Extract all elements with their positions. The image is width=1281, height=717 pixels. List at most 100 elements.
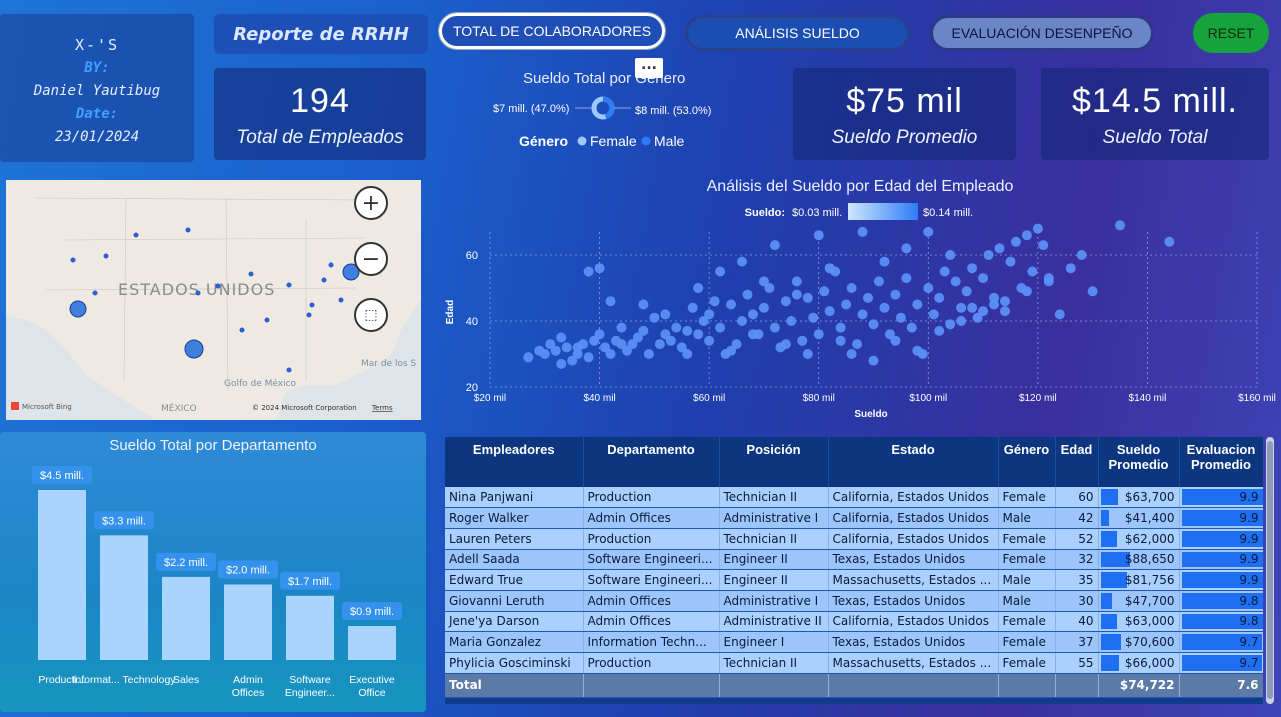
scatter-point[interactable] (1065, 263, 1076, 274)
scatter-point[interactable] (1087, 286, 1098, 297)
scatter-point[interactable] (819, 286, 830, 297)
nav-analisis-sueldo-button[interactable]: ANÁLISIS SUELDO (685, 15, 910, 51)
scatter-point[interactable] (950, 276, 961, 287)
scatter-point[interactable] (1032, 223, 1043, 234)
scatter-point[interactable] (539, 349, 550, 359)
scatter-point[interactable] (923, 283, 934, 293)
scatter-point[interactable] (901, 243, 912, 254)
scatter-point[interactable] (857, 226, 868, 237)
scatter-point[interactable] (1027, 266, 1038, 277)
column-header[interactable]: Sueldo Promedio (1098, 437, 1180, 487)
scatter-point[interactable] (890, 335, 901, 346)
scatter-point[interactable] (638, 299, 649, 310)
scatter-point[interactable] (758, 302, 769, 313)
table-row[interactable]: Edward True Software Engineeri... Engineer… (445, 569, 1263, 591)
scatter-point[interactable] (989, 299, 1000, 310)
scatter-point[interactable] (715, 266, 726, 277)
scatter-point[interactable] (846, 349, 857, 359)
map-bubble[interactable] (69, 300, 87, 318)
scatter-point[interactable] (945, 319, 956, 330)
nav-evaluacion-desempeno-button[interactable]: EVALUACIÓN DESENPEÑO (930, 15, 1154, 51)
scatter-point[interactable] (906, 322, 917, 333)
column-header[interactable]: Departamento (583, 437, 720, 487)
scatter-point[interactable] (660, 309, 671, 320)
scatter-point[interactable] (967, 302, 978, 313)
scatter-point[interactable] (999, 306, 1010, 317)
scatter-point[interactable] (994, 243, 1005, 254)
scatter-point[interactable] (1164, 236, 1175, 247)
table-row[interactable]: Lauren Peters Production Technician II Cali… (445, 528, 1263, 550)
scatter-point[interactable] (726, 299, 737, 310)
scatter-point[interactable] (649, 312, 660, 323)
scatter-point[interactable] (769, 240, 780, 251)
zoom-out-button[interactable]: − (354, 242, 388, 276)
scatter-point[interactable] (890, 289, 901, 300)
scatter-point[interactable] (912, 345, 923, 356)
scatter-point[interactable] (1043, 276, 1054, 287)
column-header[interactable]: Posición (719, 437, 829, 487)
scatter-point[interactable] (1038, 240, 1049, 251)
scatter-point[interactable] (726, 345, 737, 356)
scatter-point[interactable] (912, 299, 923, 310)
scatter-point[interactable] (665, 335, 676, 346)
donut-male-slice[interactable] (602, 96, 615, 119)
scatter-point[interactable] (841, 299, 852, 310)
table-row[interactable]: Giovanni Leruth Admin Offices Administrati… (445, 590, 1263, 612)
map-visual[interactable]: ESTADOS UNIDOS Mar de los S Golfo de Méx… (6, 180, 421, 420)
column-header[interactable]: Género (998, 437, 1056, 487)
scatter-point[interactable] (780, 339, 791, 350)
table-row[interactable]: Jene'ya Darson Admin Offices Administrativ… (445, 611, 1263, 633)
scatter-point[interactable] (594, 329, 605, 340)
scatter-point[interactable] (928, 309, 939, 320)
scatter-point[interactable] (863, 292, 874, 303)
scatter-point[interactable] (605, 296, 616, 307)
column-header[interactable]: Evaluacion Promedio (1179, 437, 1263, 487)
scatter-point[interactable] (616, 322, 627, 333)
scatter-point[interactable] (868, 355, 879, 366)
scatter-point[interactable] (747, 309, 758, 320)
scrollbar-thumb[interactable] (1267, 441, 1273, 699)
scatter-point[interactable] (682, 325, 693, 336)
scatter-point[interactable] (638, 325, 649, 336)
scatter-point[interactable] (1021, 230, 1032, 241)
scatter-point[interactable] (873, 276, 884, 287)
scatter-point[interactable] (945, 250, 956, 260)
scatter-point[interactable] (780, 296, 791, 307)
scatter-point[interactable] (687, 302, 698, 313)
scatter-point[interactable] (654, 339, 665, 350)
scatter-point[interactable] (561, 342, 572, 353)
scatter-point[interactable] (786, 316, 797, 326)
scatter-point[interactable] (791, 289, 802, 300)
bar[interactable] (224, 584, 272, 660)
scatter-point[interactable] (978, 306, 989, 317)
scatter-point[interactable] (901, 273, 912, 284)
scatter-point[interactable] (857, 309, 868, 320)
scatter-point[interactable] (808, 312, 819, 323)
table-row[interactable]: Maria Gonzalez Information Techn... Engine… (445, 631, 1263, 653)
scatter-point[interactable] (813, 329, 824, 340)
bar[interactable] (286, 595, 334, 660)
scatter-point[interactable] (605, 349, 616, 359)
scatter-point[interactable] (583, 266, 594, 277)
scatter-point[interactable] (704, 309, 715, 320)
scatter-point[interactable] (556, 358, 567, 369)
scatter-point[interactable] (879, 302, 890, 313)
scatter-point[interactable] (1005, 256, 1016, 267)
scatter-point[interactable] (846, 283, 857, 293)
scatter-point[interactable] (934, 325, 945, 336)
scatter-point[interactable] (802, 292, 813, 303)
column-header[interactable]: Estado (828, 437, 999, 487)
reset-button[interactable]: RESET (1193, 13, 1269, 53)
scatter-point[interactable] (594, 263, 605, 274)
scatter-point[interactable] (671, 322, 682, 333)
table-row[interactable]: Adell Saada Software Engineeri... Engineer… (445, 549, 1263, 571)
scatter-point[interactable] (1054, 309, 1065, 320)
scatter-point[interactable] (868, 319, 879, 330)
scatter-point[interactable] (1010, 236, 1021, 247)
scatter-point[interactable] (895, 312, 906, 323)
scatter-point[interactable] (616, 339, 627, 350)
scatter-point[interactable] (923, 226, 934, 237)
more-options-button[interactable]: ... (635, 58, 663, 78)
employee-table[interactable]: Empleadores Departamento Posición Estado Gén… (445, 437, 1263, 704)
scatter-point[interactable] (956, 316, 967, 326)
